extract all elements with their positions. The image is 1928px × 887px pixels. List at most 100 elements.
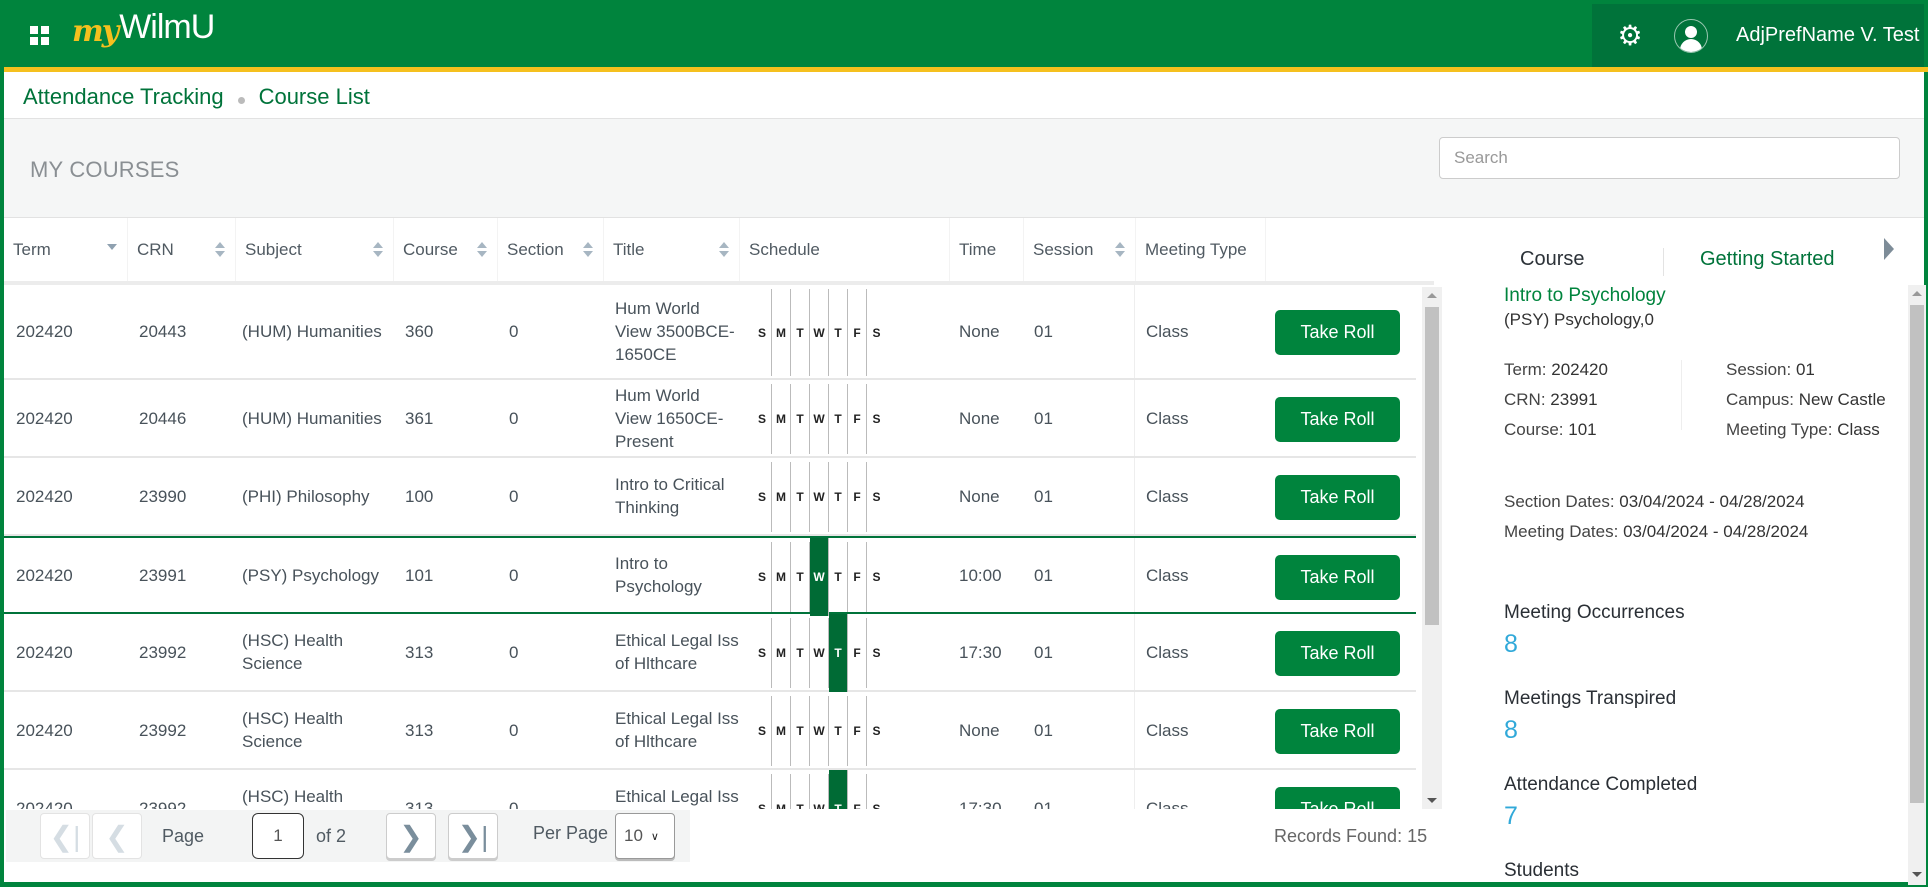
app-frame: my WilmU ⚙ AdjPrefName V. Test Attendanc… — [0, 0, 1928, 887]
cell-session: 01 — [1034, 408, 1053, 428]
course-row[interactable]: 202420 20443 (HUM) Humanities 360 0 Hum World… — [4, 285, 1416, 380]
schedule-day: T — [791, 542, 810, 612]
course-row[interactable]: 202420 23992 (HSC) Health Science 313 0 Ethic… — [4, 770, 1416, 809]
sort-icon[interactable] — [719, 242, 729, 258]
schedule-day: M — [772, 462, 791, 532]
meeting-dates-value: 03/04/2024 - 04/28/2024 — [1623, 522, 1809, 541]
schedule-day: T — [791, 462, 810, 532]
sort-descending-icon[interactable] — [107, 242, 117, 258]
sort-icon[interactable] — [215, 242, 225, 258]
apps-grid-icon[interactable] — [30, 26, 49, 45]
side-panel-scrollbar[interactable] — [1908, 285, 1926, 885]
user-avatar-icon[interactable] — [1674, 18, 1708, 53]
cell-subject: (PSY) Psychology — [242, 565, 379, 585]
tab-next-arrow-icon[interactable] — [1884, 238, 1894, 260]
schedule-day: M — [772, 384, 791, 454]
column-header-label: Term — [13, 239, 51, 259]
table-scrollbar[interactable] — [1422, 287, 1442, 809]
column-header-section[interactable]: Section — [498, 218, 604, 281]
last-page-button[interactable]: ❯| — [448, 813, 498, 859]
column-header-title[interactable]: Title — [604, 218, 740, 281]
course-title[interactable]: Intro to Psychology — [1504, 285, 1666, 307]
cell-crn: 23990 — [139, 486, 187, 506]
previous-page-button[interactable]: ❮ — [92, 813, 142, 859]
user-name[interactable]: AdjPrefName V. Test — [1736, 24, 1919, 47]
section-dates: Section Dates: 03/04/2024 - 04/28/2024 — [1504, 492, 1805, 512]
tab-getting-started[interactable]: Getting Started — [1700, 248, 1835, 271]
scroll-down-arrow-icon[interactable] — [1912, 872, 1922, 877]
breadcrumb-attendance-tracking[interactable]: Attendance Tracking — [23, 84, 224, 110]
cell-section: 0 — [509, 642, 519, 662]
breadcrumb-course-list[interactable]: Course List — [259, 84, 370, 110]
sort-icon[interactable] — [583, 242, 593, 258]
column-header-label: Session — [1033, 239, 1094, 259]
scroll-down-arrow-icon[interactable] — [1427, 798, 1437, 803]
course-subtitle: (PSY) Psychology,0 — [1504, 310, 1654, 329]
scroll-thumb[interactable] — [1425, 307, 1439, 625]
sort-icon[interactable] — [373, 242, 383, 258]
take-roll-button[interactable]: Take Roll — [1275, 396, 1400, 442]
sort-icon[interactable] — [477, 242, 487, 258]
info-value: Class — [1837, 420, 1880, 439]
course-row[interactable]: 202420 23991 (PSY) Psychology 101 0 Intro to … — [4, 536, 1416, 616]
take-roll-button[interactable]: Take Roll — [1275, 474, 1400, 520]
course-row[interactable]: 202420 23990 (PHI) Philosophy 100 0 Intro to … — [4, 458, 1416, 536]
info-value: 23991 — [1550, 390, 1598, 409]
tab-course[interactable]: Course — [1520, 248, 1584, 271]
column-header-session[interactable]: Session — [1024, 218, 1136, 281]
column-header-crn[interactable]: CRN — [128, 218, 236, 281]
scroll-up-arrow-icon[interactable] — [1427, 293, 1437, 298]
page-number-input[interactable] — [252, 813, 304, 859]
column-header-label: Course — [403, 239, 458, 259]
sort-icon[interactable] — [1115, 242, 1125, 258]
column-header-label: Meeting Type — [1145, 239, 1247, 259]
scroll-up-arrow-icon[interactable] — [1912, 291, 1922, 296]
schedule-day: S — [872, 646, 881, 660]
scroll-thumb[interactable] — [1910, 305, 1924, 803]
info-value: 01 — [1795, 360, 1815, 379]
course-row[interactable]: 202420 20446 (HUM) Humanities 361 0 Hum World… — [4, 380, 1416, 458]
mywilmu-logo[interactable]: my WilmU — [72, 8, 215, 58]
last-page-icon: ❯| — [457, 820, 489, 852]
page-label: Page — [162, 826, 205, 846]
info-label: Meeting Type: — [1726, 420, 1833, 439]
column-header-term[interactable]: Term — [4, 218, 128, 281]
schedule-day: F — [848, 696, 867, 766]
take-roll-button[interactable]: Take Roll — [1275, 708, 1400, 754]
schedule-day: F — [848, 289, 867, 376]
schedule-day: W — [810, 774, 829, 809]
pagination: ❮| ❮ Page of 2 ❯ ❯| Per Page 10 ∨ — [6, 810, 690, 862]
cell-time: None — [959, 408, 1000, 428]
info-campus: Campus: New Castle — [1726, 390, 1886, 410]
take-roll-button[interactable]: Take Roll — [1275, 786, 1400, 809]
column-header-meeting-type: Meeting Type — [1136, 218, 1266, 281]
info-label: Campus: — [1726, 390, 1795, 409]
cell-term: 202420 — [16, 798, 73, 810]
schedule-day: S — [872, 412, 881, 426]
take-roll-button[interactable]: Take Roll — [1275, 310, 1400, 355]
take-roll-button[interactable]: Take Roll — [1275, 630, 1400, 676]
cell-term: 202420 — [16, 486, 73, 506]
cell-term: 202420 — [16, 322, 73, 341]
cell-crn: 20443 — [139, 322, 187, 341]
info-value: 202420 — [1551, 360, 1608, 379]
gear-icon[interactable]: ⚙ — [1616, 21, 1644, 50]
search-input[interactable] — [1439, 137, 1900, 179]
cell-term: 202420 — [16, 565, 73, 585]
logo-my: my — [72, 14, 119, 49]
cell-title: Intro to Critical Thinking — [615, 475, 725, 517]
column-header-course[interactable]: Course — [394, 218, 498, 281]
column-header-subject[interactable]: Subject — [236, 218, 394, 281]
cell-crn: 23991 — [139, 565, 187, 585]
cell-course: 313 — [405, 642, 434, 662]
first-page-button[interactable]: ❮| — [40, 813, 90, 859]
per-page-select[interactable]: 10 ∨ — [615, 813, 675, 859]
schedule-day: S — [753, 384, 772, 454]
take-roll-button[interactable]: Take Roll — [1275, 554, 1400, 600]
schedule-day: S — [753, 618, 772, 688]
course-row[interactable]: 202420 23992 (HSC) Health Science 313 0 Ethic… — [4, 614, 1416, 692]
course-row[interactable]: 202420 23992 (HSC) Health Science 313 0 Ethic… — [4, 692, 1416, 770]
breadcrumb: Attendance Tracking Course List — [23, 82, 370, 112]
schedule-day: F — [848, 462, 867, 532]
next-page-button[interactable]: ❯ — [386, 813, 436, 859]
